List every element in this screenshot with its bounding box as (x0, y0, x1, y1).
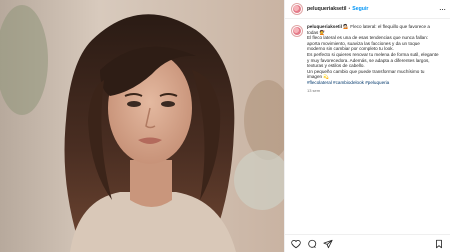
more-options-button[interactable]: ... (439, 6, 446, 12)
post-image (0, 0, 284, 252)
action-bar (285, 234, 450, 252)
caption-line-4: Un pequeño cambio que puede transformar … (307, 68, 425, 80)
post-timestamp[interactable]: 13 sem (307, 88, 439, 94)
caption-line-3: Es perfecto si quieres renovar tu melena… (307, 51, 439, 69)
follow-button[interactable]: Seguir (352, 6, 368, 12)
caption-section: peluqueriaksetil 💁🏻 Fleco lateral: el fl… (285, 19, 450, 93)
heart-icon[interactable] (291, 239, 301, 249)
username-link[interactable]: peluqueriaksetil (307, 6, 347, 12)
caption-line-2: El fleco lateral es una de esas tendenci… (307, 35, 429, 52)
post-header: peluqueriaksetil • Seguir ... (285, 0, 450, 19)
woman-portrait-image (0, 0, 284, 252)
separator-dot: • (348, 6, 351, 12)
hashtags[interactable]: #flecolateral #cambiodelook #peluqueria (307, 80, 439, 86)
bookmark-icon[interactable] (434, 239, 444, 249)
post-side-panel: peluqueriaksetil • Seguir ... peluqueria… (284, 0, 450, 252)
share-icon[interactable] (323, 239, 333, 249)
comment-icon[interactable] (307, 239, 317, 249)
avatar[interactable] (291, 3, 303, 15)
caption-avatar[interactable] (291, 25, 303, 37)
caption-username[interactable]: peluqueriaksetil (307, 24, 342, 29)
caption-text: peluqueriaksetil 💁🏻 Fleco lateral: el fl… (307, 24, 439, 93)
